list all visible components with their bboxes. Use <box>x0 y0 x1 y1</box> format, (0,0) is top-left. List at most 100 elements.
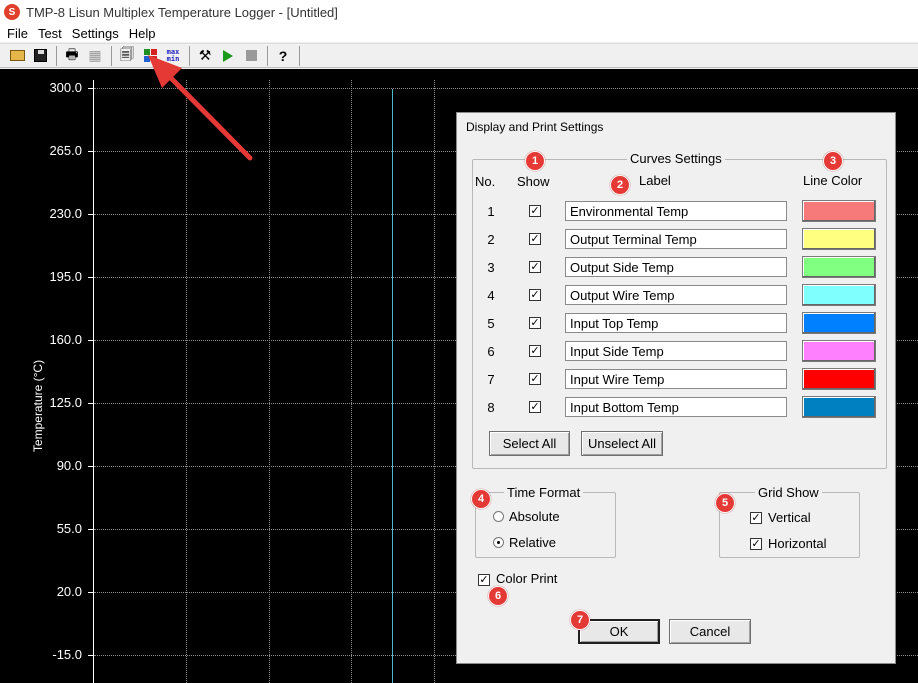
print-preview-icon[interactable]: ▦ <box>84 45 106 67</box>
curve-label-input[interactable] <box>565 397 787 417</box>
row-number: 3 <box>487 260 495 275</box>
line-color-button[interactable] <box>802 396 876 418</box>
title-bar: S TMP-8 Lisun Multiplex Temperature Logg… <box>0 0 918 24</box>
curve-label-input[interactable] <box>565 341 787 361</box>
toolbar-separator <box>299 45 300 66</box>
tools-icon[interactable]: ⚒ <box>194 45 216 67</box>
line-color-button[interactable] <box>802 340 876 362</box>
curve-label-input[interactable] <box>565 201 787 221</box>
curve-label-input[interactable] <box>565 285 787 305</box>
show-checkbox[interactable]: ✓ <box>529 345 541 357</box>
annotation-badge: 6 <box>488 586 508 606</box>
show-checkbox[interactable]: ✓ <box>529 261 541 273</box>
toolbar-separator <box>111 45 112 66</box>
show-checkbox[interactable]: ✓ <box>529 205 541 217</box>
color-print-label[interactable]: Color Print <box>496 571 557 586</box>
curve-label-input[interactable] <box>565 369 787 389</box>
stop-icon[interactable] <box>240 45 262 67</box>
open-icon[interactable] <box>6 45 28 67</box>
show-checkbox[interactable]: ✓ <box>529 401 541 413</box>
menu-settings[interactable]: Settings <box>67 26 124 41</box>
time-format-label: Time Format <box>504 485 584 500</box>
toolbar-separator <box>267 45 268 66</box>
annotation-badge: 1 <box>525 151 545 171</box>
col-no-header: No. <box>475 174 496 189</box>
dialog-title: Display and Print Settings <box>466 120 604 134</box>
vertical-grid-line <box>434 80 435 683</box>
toolbar: 🖶 ▦ 🗐 max min ⚒ ? <box>0 43 918 68</box>
relative-radio[interactable] <box>493 537 504 548</box>
app-icon: S <box>4 4 20 20</box>
show-checkbox[interactable]: ✓ <box>529 317 541 329</box>
save-icon[interactable] <box>29 45 51 67</box>
show-checkbox[interactable]: ✓ <box>529 289 541 301</box>
y-tick-label: 300.0 <box>49 80 82 95</box>
select-all-button[interactable]: Select All <box>489 431 570 456</box>
display-print-settings-dialog: Display and Print Settings Curves Settin… <box>456 112 896 664</box>
row-number: 7 <box>487 372 495 387</box>
annotation-badge: 7 <box>570 610 590 630</box>
ok-button[interactable]: OK <box>578 619 660 644</box>
row-number: 8 <box>487 400 495 415</box>
curve-label-input[interactable] <box>565 257 787 277</box>
line-color-button[interactable] <box>802 200 876 222</box>
cancel-button[interactable]: Cancel <box>669 619 751 644</box>
line-color-button[interactable] <box>802 228 876 250</box>
row-number: 2 <box>487 232 495 247</box>
relative-radio-label[interactable]: Relative <box>509 535 556 550</box>
show-checkbox[interactable]: ✓ <box>529 233 541 245</box>
row-number: 6 <box>487 344 495 359</box>
display-settings-icon[interactable] <box>139 45 161 67</box>
y-tick-label: 90.0 <box>56 458 82 473</box>
y-tick-label: 195.0 <box>49 269 82 284</box>
menu-file[interactable]: File <box>2 26 33 41</box>
menu-bar: File Test Settings Help <box>0 24 918 42</box>
time-cursor-line[interactable] <box>392 89 393 683</box>
vertical-grid-line <box>351 80 352 683</box>
line-color-button[interactable] <box>802 284 876 306</box>
row-number: 5 <box>487 316 495 331</box>
horizontal-grid-label[interactable]: Horizontal <box>768 536 827 551</box>
y-tick-label: 160.0 <box>49 332 82 347</box>
toolbar-separator <box>56 45 57 66</box>
toolbar-separator <box>189 45 190 66</box>
unselect-all-button[interactable]: Unselect All <box>581 431 663 456</box>
curve-label-input[interactable] <box>565 229 787 249</box>
print-icon[interactable]: 🖶 <box>61 45 83 67</box>
col-color-header: Line Color <box>803 173 863 188</box>
row-number: 1 <box>487 204 495 219</box>
window-title: TMP-8 Lisun Multiplex Temperature Logger… <box>26 4 338 20</box>
show-checkbox[interactable]: ✓ <box>529 373 541 385</box>
curve-label-input[interactable] <box>565 313 787 333</box>
y-tick-label: 230.0 <box>49 206 82 221</box>
absolute-radio-label[interactable]: Absolute <box>509 509 560 524</box>
help-icon[interactable]: ? <box>272 45 294 67</box>
y-tick-label: 20.0 <box>56 584 82 599</box>
line-color-button[interactable] <box>802 368 876 390</box>
annotation-badge: 3 <box>823 151 843 171</box>
y-tick-label: -15.0 <box>52 647 82 662</box>
annotation-badge: 5 <box>715 493 735 513</box>
properties-icon[interactable]: 🗐 <box>116 45 138 67</box>
annotation-badge: 2 <box>610 175 630 195</box>
absolute-radio[interactable] <box>493 511 504 522</box>
start-icon[interactable] <box>217 45 239 67</box>
max-min-icon[interactable]: max min <box>162 45 184 67</box>
line-color-button[interactable] <box>802 312 876 334</box>
horizontal-grid-line <box>94 88 918 89</box>
row-number: 4 <box>487 288 495 303</box>
vertical-grid-line <box>269 80 270 683</box>
vertical-grid-label[interactable]: Vertical <box>768 510 811 525</box>
curves-settings-label: Curves Settings <box>627 151 725 166</box>
menu-help[interactable]: Help <box>124 26 161 41</box>
y-tick-label: 265.0 <box>49 143 82 158</box>
annotation-badge: 4 <box>471 489 491 509</box>
col-show-header: Show <box>517 174 550 189</box>
color-print-checkbox[interactable]: ✓ <box>478 574 490 586</box>
grid-show-label: Grid Show <box>755 485 822 500</box>
vertical-grid-checkbox[interactable]: ✓ <box>750 512 762 524</box>
menu-test[interactable]: Test <box>33 26 67 41</box>
y-tick-label: 125.0 <box>49 395 82 410</box>
horizontal-grid-checkbox[interactable]: ✓ <box>750 538 762 550</box>
line-color-button[interactable] <box>802 256 876 278</box>
